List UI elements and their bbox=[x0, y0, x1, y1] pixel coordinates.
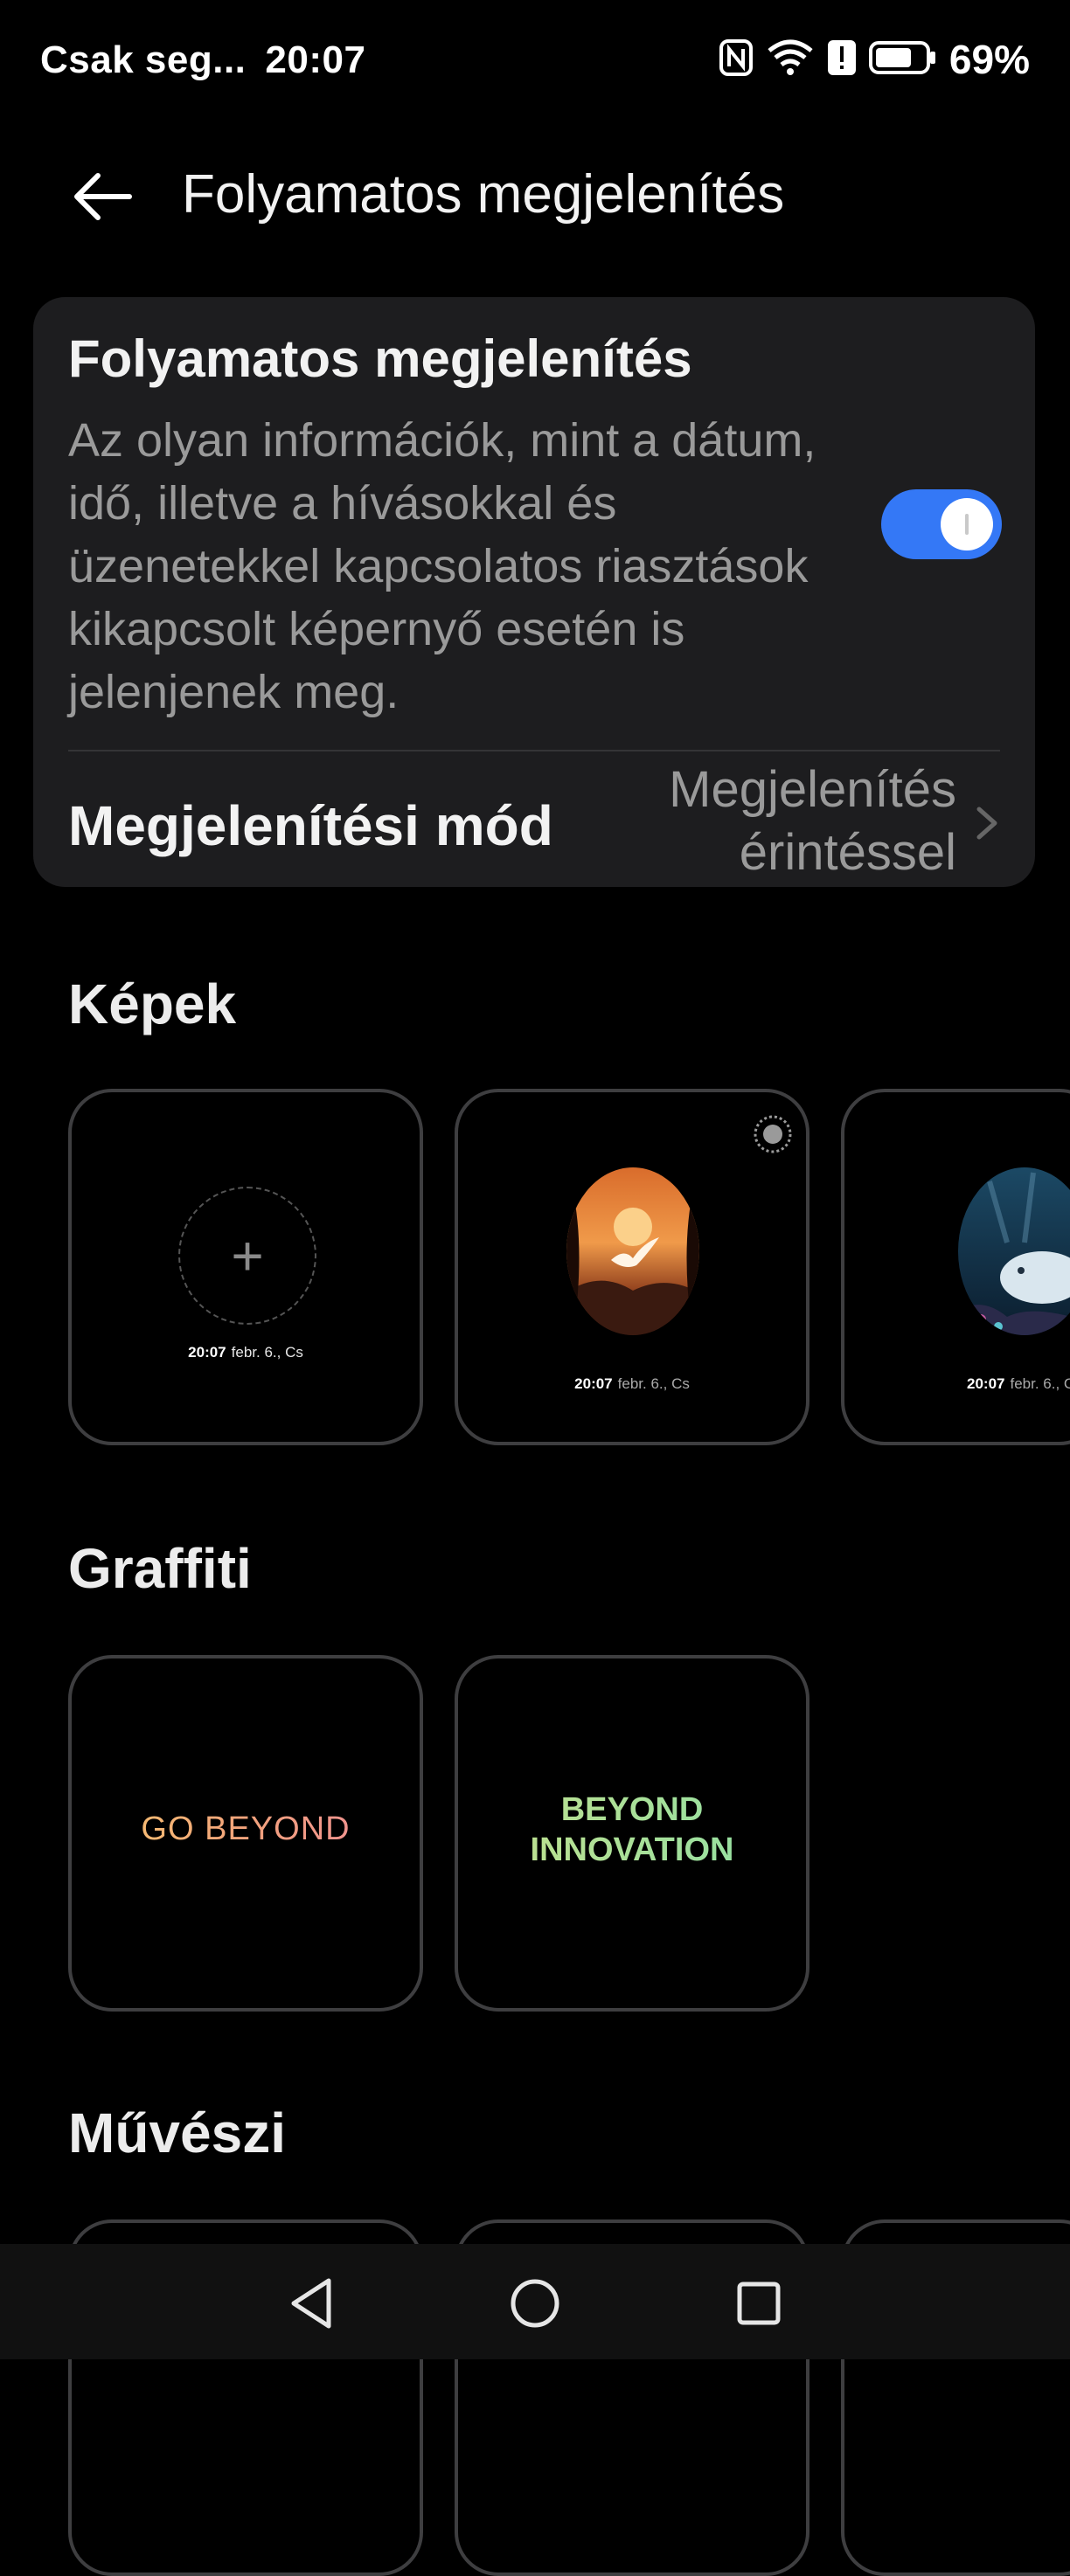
tile-time: 20:07 bbox=[574, 1375, 613, 1392]
divider bbox=[68, 750, 1000, 751]
tile-time: 20:07 bbox=[188, 1344, 226, 1361]
artistic-section-title: Művészi bbox=[68, 2102, 286, 2164]
alert-icon bbox=[827, 38, 857, 81]
chevron-right-icon bbox=[976, 807, 997, 840]
home-circle-icon bbox=[511, 2279, 559, 2328]
aod-toggle[interactable] bbox=[881, 489, 1002, 559]
carrier-label: Csak seg... bbox=[40, 38, 247, 81]
status-left: Csak seg... 20:07 bbox=[40, 38, 365, 82]
aod-title: Folyamatos megjelenítés bbox=[68, 329, 692, 388]
back-button[interactable] bbox=[63, 157, 142, 236]
plus-icon: + bbox=[231, 1224, 264, 1287]
tile-date: febr. 6., Cs bbox=[1010, 1375, 1070, 1392]
image-tile-crane[interactable]: 20:07 febr. 6., Cs bbox=[455, 1089, 809, 1445]
add-image-circle: + bbox=[178, 1187, 316, 1325]
page-header: Folyamatos megjelenítés bbox=[0, 131, 1070, 245]
status-time: 20:07 bbox=[265, 38, 366, 81]
navigation-bar bbox=[0, 2244, 1070, 2359]
tile-clock: 20:07 febr. 6., Cs bbox=[967, 1375, 1070, 1393]
mode-value-line2: érintéssel bbox=[739, 824, 956, 881]
nfc-icon bbox=[719, 38, 754, 81]
mode-value-line1: Megjelenítés bbox=[669, 761, 956, 818]
status-right: 69% bbox=[719, 35, 1030, 84]
battery-icon bbox=[868, 40, 937, 80]
nav-recents-button[interactable] bbox=[724, 2268, 794, 2338]
tile-clock: 20:07febr. 6., Cs bbox=[458, 1375, 806, 1393]
image-tile-add[interactable]: + 20:07 febr. 6., Cs bbox=[68, 1089, 423, 1445]
display-mode-label[interactable]: Megjelenítési mód bbox=[68, 782, 553, 869]
toggle-knob bbox=[941, 498, 993, 551]
battery-percent: 69% bbox=[948, 37, 1030, 82]
graffiti-line2: INNOVATION bbox=[530, 1832, 734, 1868]
graffiti-tile-beyond-innovation[interactable]: BEYOND INNOVATION bbox=[455, 1655, 809, 2012]
display-mode-value[interactable]: Megjelenítés érintéssel bbox=[589, 758, 956, 884]
tile-date: febr. 6., Cs bbox=[617, 1375, 690, 1392]
graffiti-tile-go-beyond[interactable]: GO BEYOND bbox=[68, 1655, 423, 2012]
graffiti-line1: BEYOND bbox=[560, 1791, 704, 1828]
arrow-left-icon bbox=[74, 173, 132, 220]
nav-home-button[interactable] bbox=[500, 2268, 570, 2338]
status-bar: Csak seg... 20:07 69% bbox=[0, 0, 1070, 127]
page-title: Folyamatos megjelenítés bbox=[182, 164, 785, 225]
tile-clock: 20:07 febr. 6., Cs bbox=[72, 1344, 420, 1361]
settings-card: Folyamatos megjelenítés Az olyan informá… bbox=[33, 297, 1035, 887]
tile-date: febr. 6., Cs bbox=[231, 1344, 303, 1361]
crane-sunset-image bbox=[566, 1167, 699, 1335]
back-triangle-icon bbox=[291, 2278, 331, 2329]
images-section-title: Képek bbox=[68, 973, 237, 1035]
graffiti-section-title: Graffiti bbox=[68, 1537, 252, 1600]
tile-time: 20:07 bbox=[967, 1375, 1005, 1392]
wifi-icon bbox=[766, 38, 815, 81]
nav-back-button[interactable] bbox=[276, 2268, 346, 2338]
graffiti-text: GO BEYOND bbox=[72, 1811, 420, 1848]
image-tile-beluga[interactable]: 20:07 febr. 6., Cs bbox=[841, 1089, 1070, 1445]
beluga-image bbox=[958, 1167, 1070, 1335]
recents-square-icon bbox=[737, 2282, 781, 2325]
aod-description: Az olyan információk, mint a dátum, idő,… bbox=[68, 414, 816, 718]
selected-indicator-icon bbox=[754, 1115, 792, 1153]
graffiti-text: BEYOND INNOVATION bbox=[458, 1790, 806, 1870]
